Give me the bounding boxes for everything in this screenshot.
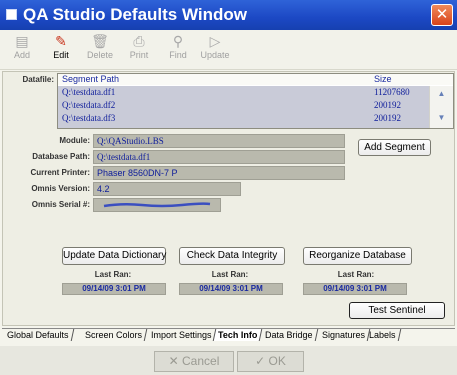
datafile-row-size[interactable]: 11207680	[374, 87, 410, 97]
tab-global-defaults[interactable]: Global Defaults	[2, 329, 74, 341]
reorganize-last-ran: 09/14/09 3:01 PM	[303, 283, 407, 295]
find-button[interactable]: ⚲ Find	[159, 32, 197, 66]
find-icon: ⚲	[172, 33, 184, 49]
datafile-row-path[interactable]: Q:\testdata.df1	[62, 87, 115, 97]
toolbar: ▤ Add ✎ Edit 🗑 Delete ⎙ Print ⚲ Find ▷ U…	[0, 30, 457, 70]
tab-screen-colors[interactable]: Screen Colors	[80, 329, 148, 341]
tab-tech-info-label: Tech Info	[218, 330, 258, 340]
scroll-down-icon[interactable]: ▼	[435, 113, 448, 123]
size-header[interactable]: Size	[374, 74, 392, 84]
window-title: QA Studio Defaults Window	[23, 5, 247, 24]
cancel-button[interactable]: ✕ Cancel	[154, 351, 234, 372]
check-icon: ✓	[255, 354, 266, 368]
update-data-dictionary-button[interactable]: Update Data Dictionary	[62, 247, 166, 265]
tab-tech-info[interactable]: Tech Info	[212, 329, 263, 341]
update-dictionary-last-ran: 09/14/09 3:01 PM	[62, 283, 166, 295]
database-path-label: Database Path:	[32, 152, 90, 161]
tab-import-settings[interactable]: Import Settings	[146, 329, 217, 341]
edit-icon: ✎	[55, 33, 67, 49]
datafile-scrollbar[interactable]: ▲ ▼	[429, 86, 453, 128]
tab-global-defaults-label: Global Defaults	[7, 330, 69, 340]
datafile-row-size[interactable]: 200192	[374, 113, 401, 123]
title-bar: QA Studio Defaults Window	[0, 0, 457, 30]
database-path-field: Q:\testdata.df1	[93, 150, 345, 164]
cancel-icon: ✕	[168, 354, 179, 368]
serial-redaction-scribble	[103, 202, 211, 208]
ok-button[interactable]: ✓ OK	[237, 351, 304, 372]
update-button[interactable]: ▷ Update	[196, 32, 234, 66]
tab-data-bridge[interactable]: Data Bridge	[260, 329, 318, 341]
delete-button[interactable]: 🗑 Delete	[81, 32, 119, 66]
ok-label: OK	[268, 354, 286, 368]
cancel-label: Cancel	[182, 354, 220, 368]
module-label: Module:	[59, 136, 90, 145]
update-label: Update	[200, 50, 230, 60]
tab-signatures-label: Signatures	[322, 330, 366, 340]
test-sentinel-button[interactable]: Test Sentinel	[349, 302, 445, 319]
datafile-row-path[interactable]: Q:\testdata.df2	[62, 100, 115, 110]
tab-import-settings-label: Import Settings	[151, 330, 212, 340]
omnis-version-label: Omnis Version:	[31, 184, 90, 193]
edit-button[interactable]: ✎ Edit	[42, 32, 80, 66]
edit-label: Edit	[53, 50, 69, 60]
check-data-integrity-button[interactable]: Check Data Integrity	[179, 247, 285, 265]
current-printer-label: Current Printer:	[30, 168, 90, 177]
segment-path-header[interactable]: Segment Path	[62, 74, 119, 84]
tab-labels[interactable]: Labels	[364, 329, 401, 341]
update-dictionary-last-ran-label: Last Ran:	[94, 270, 132, 279]
print-icon: ⎙	[133, 33, 145, 49]
check-integrity-last-ran: 09/14/09 3:01 PM	[179, 283, 283, 295]
check-integrity-last-ran-label: Last Ran:	[211, 270, 249, 279]
datafile-row-size[interactable]: 200192	[374, 100, 401, 110]
reorganize-database-button[interactable]: Reorganize Database	[303, 247, 412, 265]
omnis-serial-label: Omnis Serial #:	[31, 200, 90, 209]
omnis-version-field: 4.2	[93, 182, 241, 196]
close-button[interactable]: ✕	[431, 4, 453, 26]
delete-label: Delete	[86, 50, 113, 60]
window-icon	[6, 9, 17, 20]
tab-screen-colors-label: Screen Colors	[85, 330, 143, 340]
tab-data-bridge-label: Data Bridge	[265, 330, 313, 340]
module-field: Q:\QAStudio.LBS	[93, 134, 345, 148]
datafile-label: Datafile:	[22, 75, 54, 84]
add-button[interactable]: ▤ Add	[3, 32, 41, 66]
reorganize-last-ran-label: Last Ran:	[337, 270, 375, 279]
print-label: Print	[129, 50, 149, 60]
add-label: Add	[13, 50, 30, 60]
delete-icon: 🗑	[91, 33, 109, 49]
tab-labels-label: Labels	[369, 330, 396, 340]
add-segment-button[interactable]: Add Segment	[358, 139, 431, 156]
find-label: Find	[169, 50, 187, 60]
tab-signatures[interactable]: Signatures	[317, 329, 371, 341]
current-printer-field: Phaser 8560DN-7 P	[93, 166, 345, 180]
scroll-up-icon[interactable]: ▲	[435, 89, 448, 99]
datafile-row-path[interactable]: Q:\testdata.df3	[62, 113, 115, 123]
datafile-rows: Q:\testdata.df1 11207680 Q:\testdata.df2…	[58, 86, 429, 128]
update-icon: ▷	[209, 33, 221, 49]
omnis-serial-field	[93, 198, 221, 212]
add-icon: ▤	[15, 33, 29, 49]
print-button[interactable]: ⎙ Print	[120, 32, 158, 66]
